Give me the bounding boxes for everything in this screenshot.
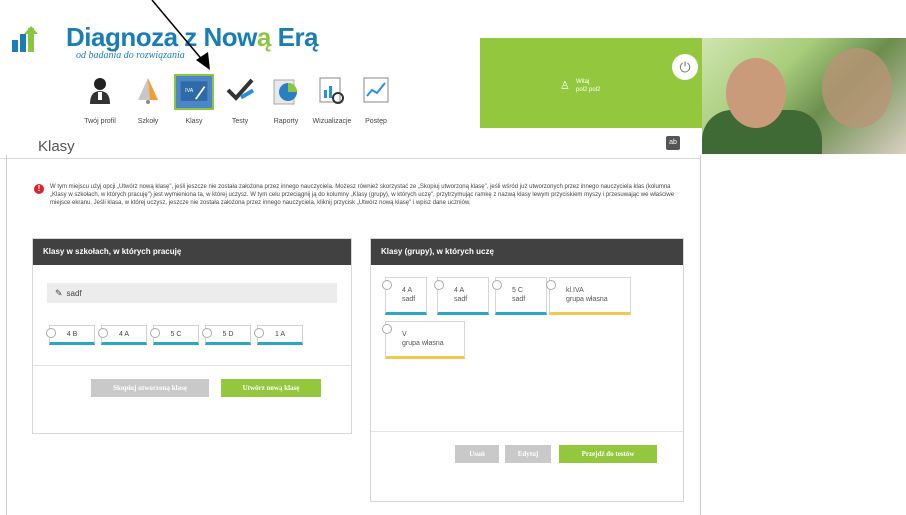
class-card[interactable]: 4 Asadf <box>382 277 427 315</box>
class-chip[interactable]: 4 B <box>46 325 95 345</box>
copy-class-button[interactable]: Skopiuj utworzoną klasę <box>91 379 209 397</box>
class-chip[interactable]: 5 D <box>202 325 251 345</box>
my-classes-panel: Klasy (grupy), w których uczę 4 Asadf 4 … <box>370 238 684 502</box>
content-border <box>700 155 701 515</box>
radio-icon[interactable] <box>434 280 444 290</box>
radio-icon[interactable] <box>492 280 502 290</box>
radio-icon[interactable] <box>150 328 160 338</box>
radio-icon[interactable] <box>546 280 556 290</box>
info-icon: ! <box>34 184 44 194</box>
content-border <box>6 155 7 515</box>
svg-text:IVA: IVA <box>185 88 194 94</box>
radio-icon[interactable] <box>382 280 392 290</box>
user-icon: ♙ <box>560 80 570 92</box>
class-card[interactable]: Vgrupa własna <box>382 321 465 359</box>
pin-icon: ✎ <box>55 288 63 298</box>
power-icon[interactable]: ⏻ <box>672 54 698 80</box>
edit-button[interactable]: Edytuj <box>505 445 551 463</box>
class-chip[interactable]: 5 C <box>150 325 199 345</box>
panel-title: Klasy w szkołach, w których pracuję <box>33 239 351 265</box>
nav-item-progress[interactable]: Postęp <box>356 74 396 134</box>
delete-button[interactable]: Usuń <box>455 445 499 463</box>
test-pen-icon <box>226 78 255 101</box>
new-class-button[interactable]: Utwórz nową klasę <box>221 379 321 397</box>
radio-icon[interactable] <box>254 328 264 338</box>
divider <box>0 158 700 159</box>
welcome-text[interactable]: Witaj pol2 pol2 <box>576 78 600 94</box>
school-row[interactable]: ✎ sadf <box>47 283 337 303</box>
class-chip[interactable]: 4 A <box>98 325 147 345</box>
header-photo <box>702 38 906 154</box>
class-card[interactable]: 5 Csadf <box>492 277 547 315</box>
radio-icon[interactable] <box>202 328 212 338</box>
class-board-icon: IVA <box>174 74 214 110</box>
progress-graph-icon <box>363 77 389 103</box>
radio-icon[interactable] <box>98 328 108 338</box>
nav-item-classes[interactable]: IVA Klasy <box>174 74 214 134</box>
nav-item-schools[interactable]: Szkoły <box>128 74 168 134</box>
panel-divider <box>33 365 351 366</box>
graduation-icon[interactable]: ab <box>666 136 680 150</box>
panel-divider <box>371 431 683 432</box>
school-name: sadf <box>66 289 82 298</box>
report-chart-icon <box>273 79 297 105</box>
go-to-tests-button[interactable]: Przejdź do testów <box>559 445 657 463</box>
radio-icon[interactable] <box>46 328 56 338</box>
nav-item-reports[interactable]: Raporty <box>266 74 306 134</box>
schools-classes-panel: Klasy w szkołach, w których pracuję ✎ sad… <box>32 238 352 434</box>
class-card[interactable]: kl.IVA grupa własna <box>546 277 631 315</box>
class-card[interactable]: 4 Asadf <box>434 277 489 315</box>
class-chip[interactable]: 1 A <box>254 325 303 345</box>
annotation-arrow-icon <box>151 0 210 70</box>
page-title: Klasy <box>38 138 75 155</box>
nav-item-tests[interactable]: Testy <box>220 74 260 134</box>
nav-label: Postęp <box>365 118 387 125</box>
visualization-icon <box>319 77 344 104</box>
school-bell-icon <box>138 78 158 104</box>
nav-item-profile[interactable]: Twój profil <box>80 74 120 134</box>
logo-bars-icon <box>12 26 38 52</box>
nav-item-visualizations[interactable]: Wizualizacje <box>312 74 352 134</box>
radio-icon[interactable] <box>382 324 392 334</box>
user-silhouette-icon <box>90 78 110 104</box>
info-text: W tym miejscu użyj opcji „Utwórz nową kl… <box>50 184 675 206</box>
panel-title: Klasy (grupy), w których uczę <box>371 239 683 265</box>
